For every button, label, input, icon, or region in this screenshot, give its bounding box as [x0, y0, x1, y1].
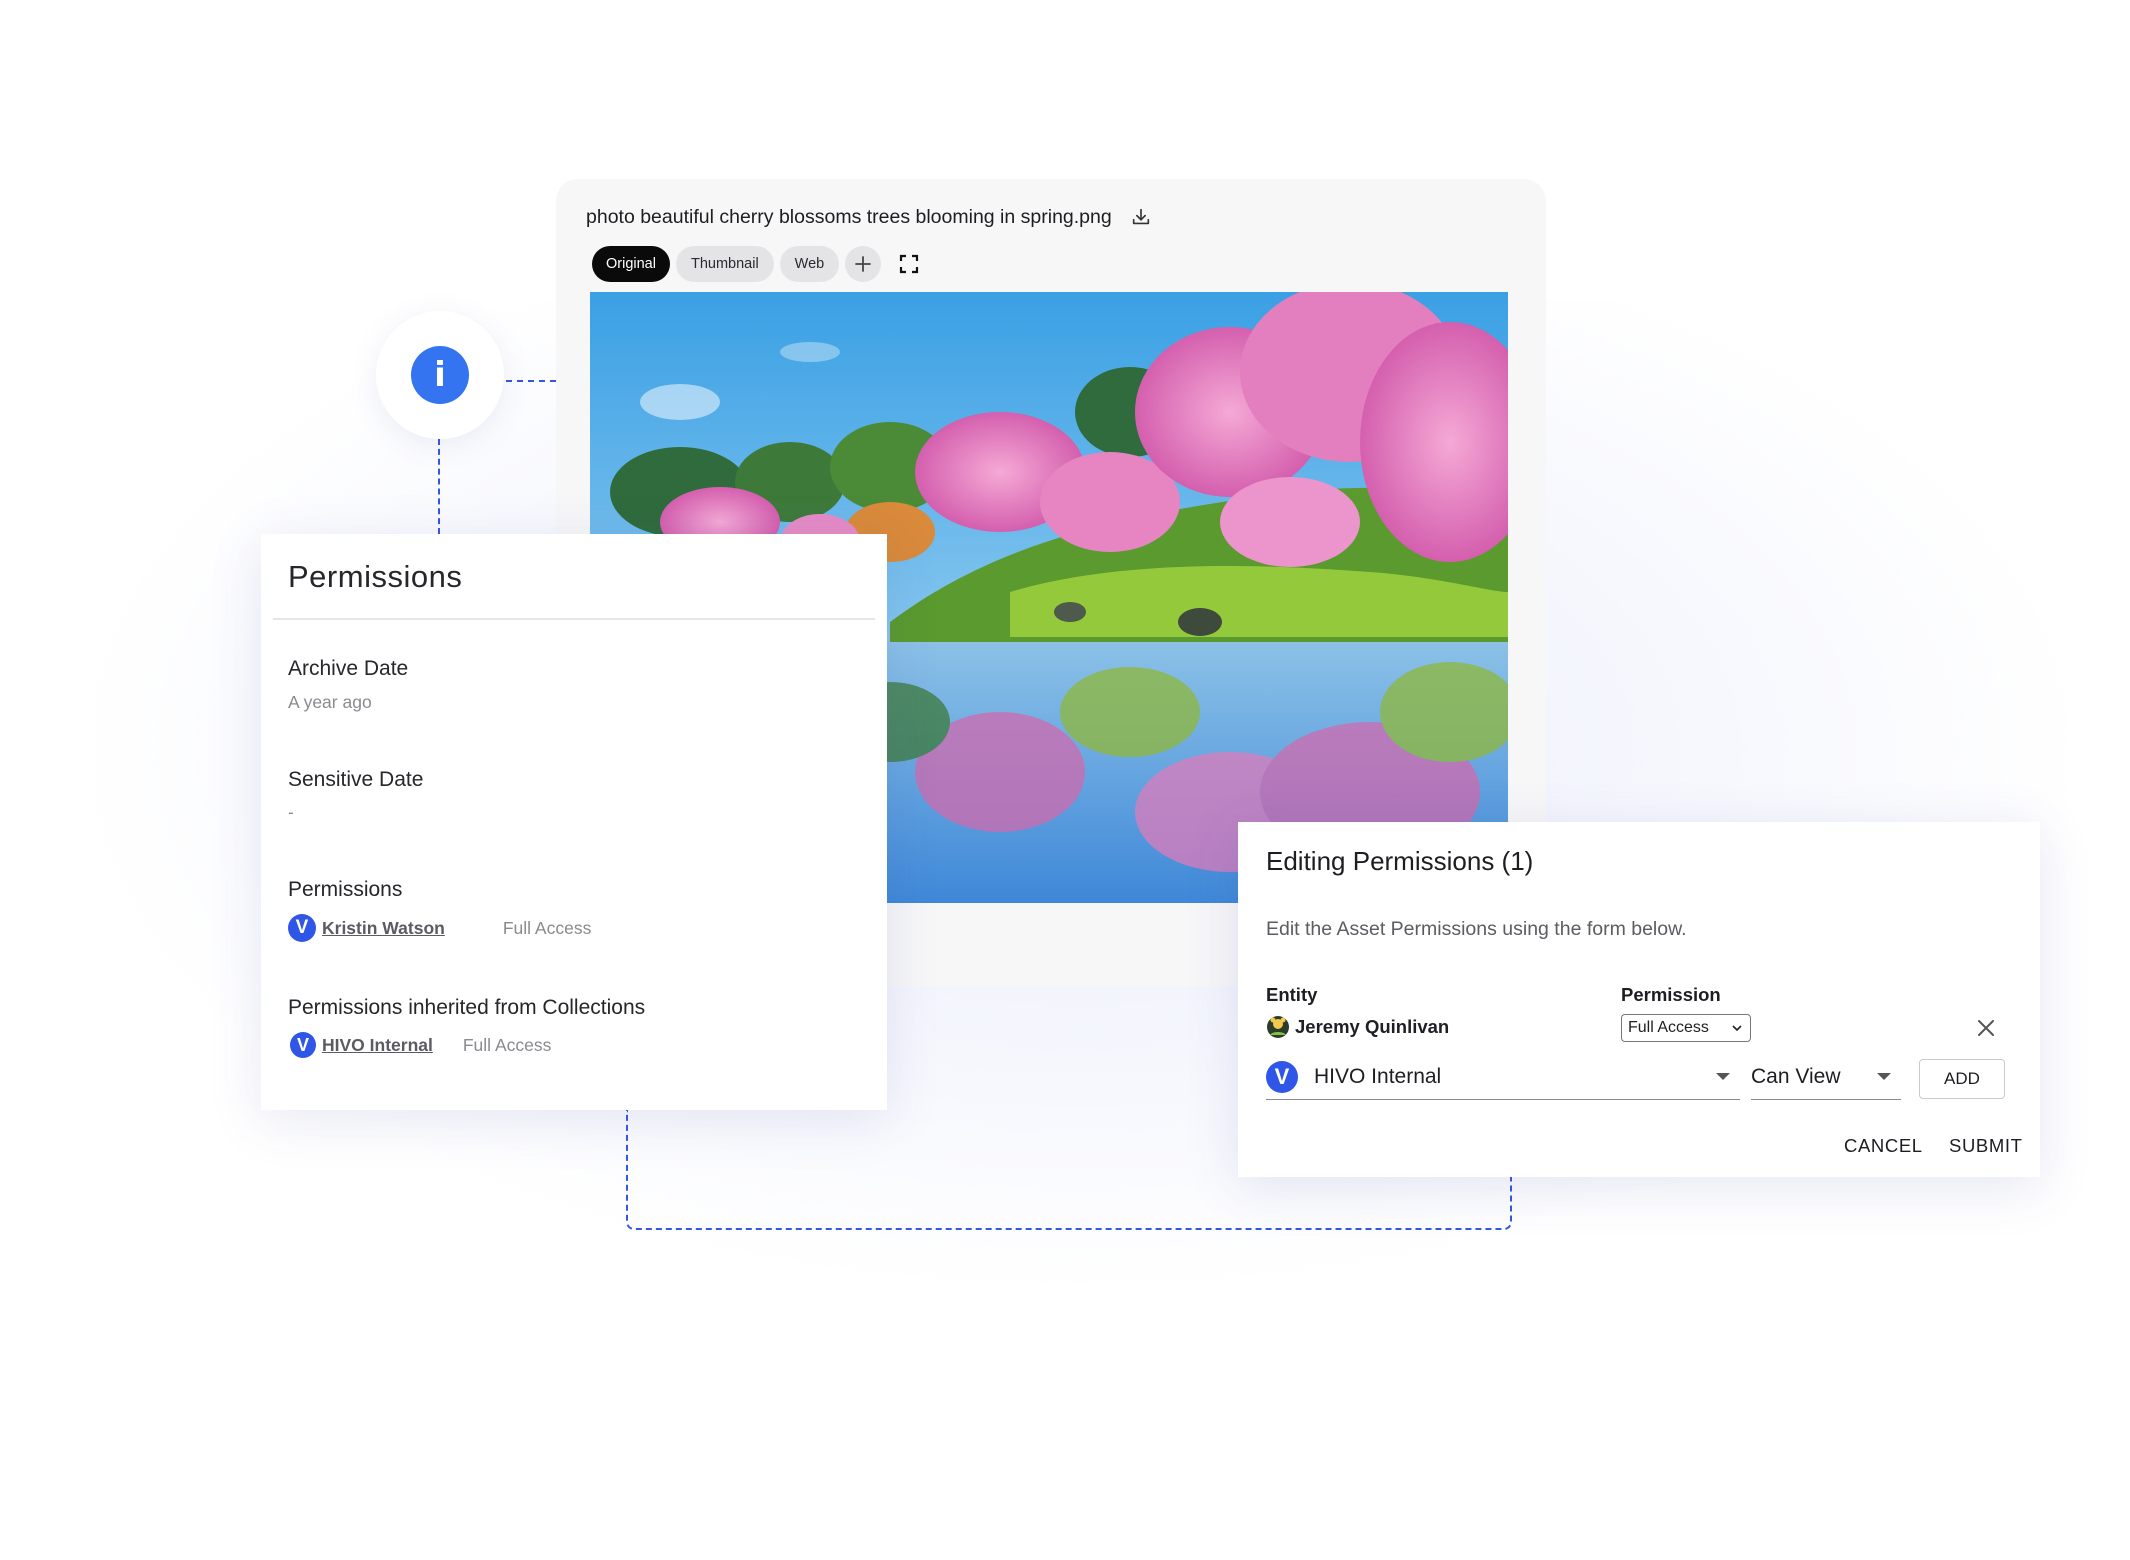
- submit-button[interactable]: SUBMIT: [1949, 1135, 2023, 1157]
- asset-file-name: photo beautiful cherry blossoms trees bl…: [586, 206, 1112, 228]
- close-icon[interactable]: [1974, 1016, 1998, 1040]
- entity-select-value: HIVO Internal: [1314, 1065, 1442, 1088]
- permissions-panel: Permissions Archive Date A year ago Sens…: [261, 534, 887, 1110]
- entity-select[interactable]: V HIVO Internal: [1266, 1055, 1740, 1100]
- fullscreen-icon[interactable]: [899, 254, 919, 274]
- hivo-logo-icon: V: [290, 1032, 316, 1058]
- existing-permission-select[interactable]: Full Access: [1621, 1014, 1751, 1042]
- add-button[interactable]: ADD: [1919, 1059, 2005, 1099]
- existing-permission-value: Full Access: [1628, 1019, 1709, 1036]
- caret-down-icon: [1716, 1073, 1730, 1080]
- existing-entity-name: Jeremy Quinlivan: [1295, 1016, 1450, 1037]
- existing-entity: Jeremy Quinlivan: [1266, 1015, 1449, 1039]
- tab-web[interactable]: Web: [779, 246, 840, 282]
- inherited-entity-access: Full Access: [462, 1034, 552, 1055]
- dialog-title: Editing Permissions (1): [1266, 846, 1534, 876]
- hivo-logo-icon: V: [1266, 1061, 1298, 1093]
- permissions-label: Permissions: [288, 878, 403, 901]
- permission-column-label: Permission: [1621, 984, 1721, 1005]
- tab-thumbnail[interactable]: Thumbnail: [675, 246, 774, 282]
- hivo-logo-icon: V: [288, 914, 316, 942]
- chevron-down-icon: [1732, 1025, 1742, 1032]
- rendition-tabs: Original Thumbnail Web: [592, 246, 919, 282]
- user-avatar-icon: [1267, 1016, 1289, 1038]
- divider: [273, 618, 875, 620]
- archive-date-value: A year ago: [288, 692, 372, 712]
- inherited-permission-entry: V HIVO Internal Full Access: [290, 1032, 551, 1058]
- archive-date-label: Archive Date: [288, 657, 409, 680]
- permission-user-link[interactable]: Kristin Watson: [322, 918, 445, 939]
- caret-down-icon: [1877, 1073, 1891, 1080]
- cancel-button[interactable]: CANCEL: [1844, 1135, 1923, 1157]
- add-rendition-button[interactable]: [845, 246, 882, 282]
- dialog-description: Edit the Asset Permissions using the for…: [1266, 918, 1687, 940]
- editing-permissions-dialog: Editing Permissions (1) Edit the Asset P…: [1238, 822, 2040, 1177]
- entity-column-label: Entity: [1266, 984, 1318, 1005]
- permission-level-select[interactable]: Can View: [1751, 1055, 1901, 1100]
- permission-entry: V Kristin Watson Full Access: [288, 914, 591, 942]
- download-icon[interactable]: [1130, 206, 1152, 228]
- sensitive-date-label: Sensitive Date: [288, 768, 424, 791]
- connector-info-to-permissions: [438, 439, 440, 534]
- info-icon: i: [411, 346, 469, 404]
- permission-level-value: Can View: [1751, 1065, 1841, 1088]
- sensitive-date-value: -: [288, 802, 294, 822]
- connector-info-to-preview: [506, 380, 556, 382]
- inherited-permissions-label: Permissions inherited from Collections: [288, 996, 646, 1019]
- permission-user-access: Full Access: [502, 917, 592, 938]
- info-button[interactable]: i: [376, 311, 504, 439]
- inherited-entity-link[interactable]: HIVO Internal: [322, 1035, 433, 1056]
- permissions-panel-title: Permissions: [288, 559, 463, 594]
- plus-icon: [855, 256, 872, 272]
- tab-original[interactable]: Original: [592, 246, 670, 282]
